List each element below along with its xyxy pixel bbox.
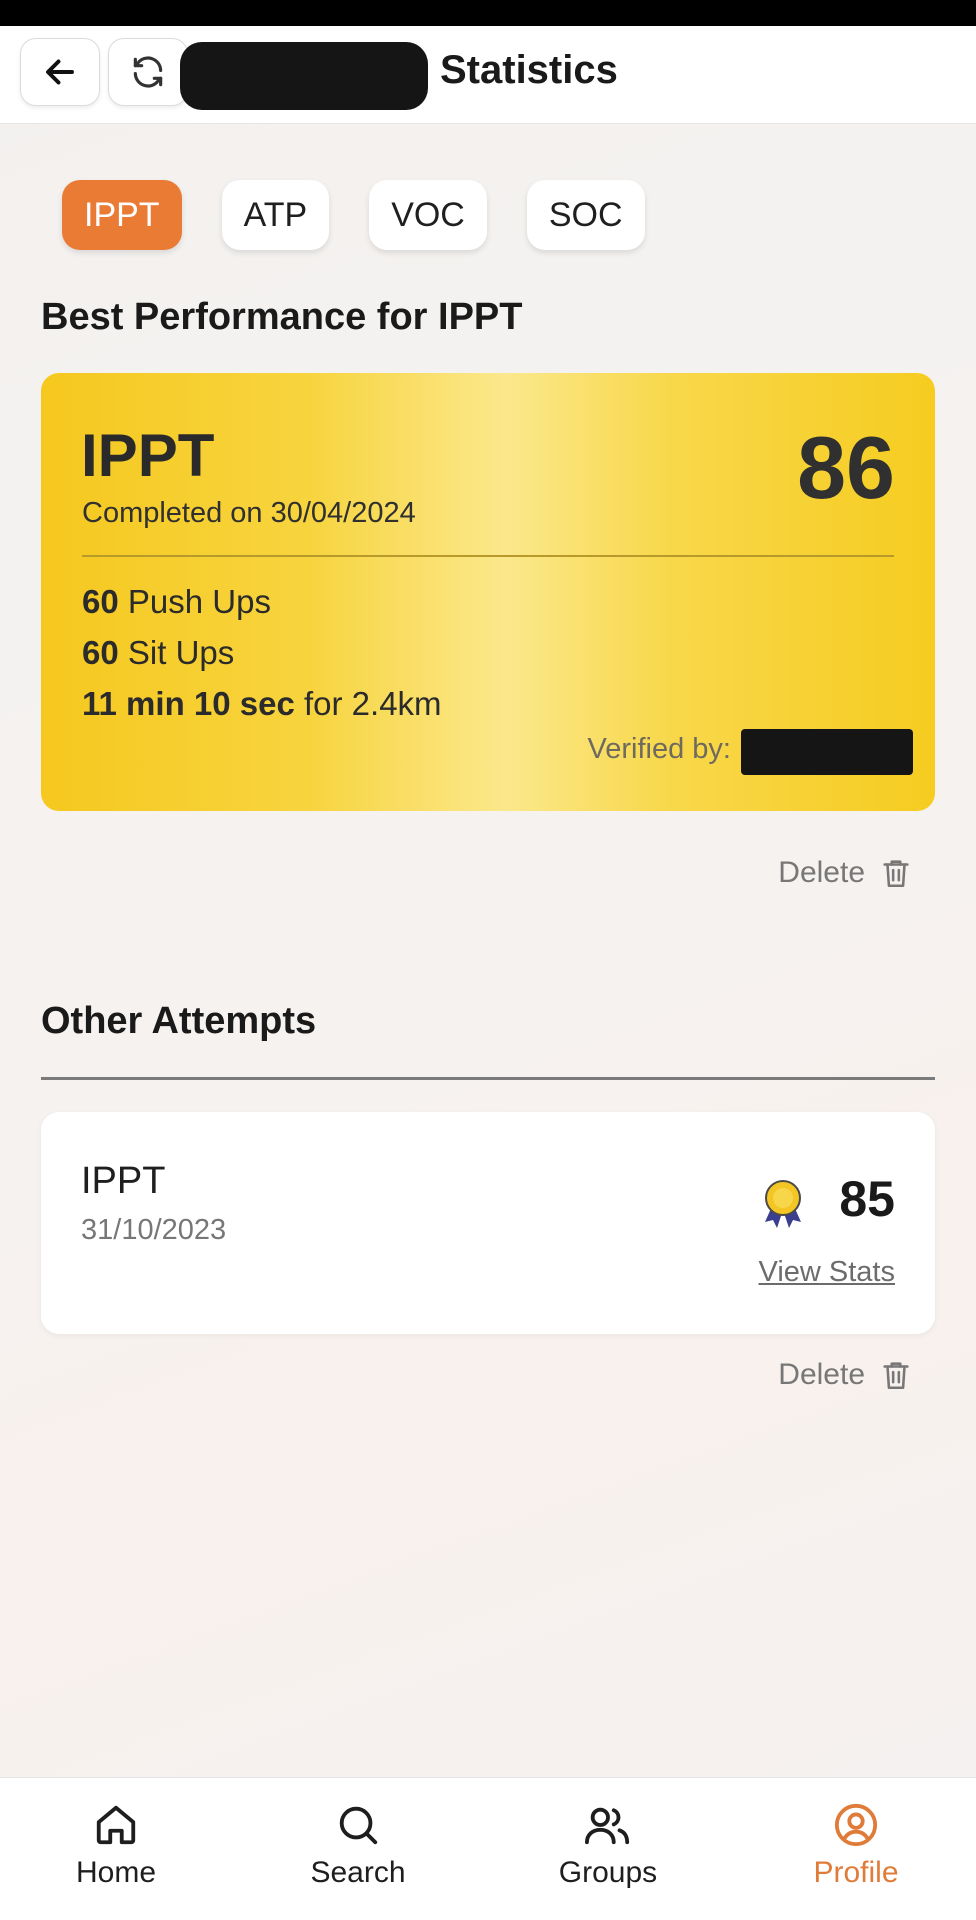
profile-icon xyxy=(834,1803,878,1847)
attempt-card: IPPT 31/10/2023 85 View Stats xyxy=(41,1112,935,1334)
verified-by-label: Verified by: xyxy=(587,733,731,765)
trash-icon xyxy=(883,860,909,888)
trash-icon xyxy=(883,1362,909,1390)
nav-profile[interactable]: Profile xyxy=(776,1802,936,1890)
nav-groups-label: Groups xyxy=(558,1856,658,1889)
tab-atp[interactable]: ATP xyxy=(221,180,330,250)
tab-voc[interactable]: VOC xyxy=(369,180,487,250)
nav-home[interactable]: Home xyxy=(36,1802,196,1890)
status-bar xyxy=(0,0,976,26)
app-header: Statistics xyxy=(0,26,976,124)
other-attempts-heading: Other Attempts xyxy=(41,1000,317,1042)
best-test-name: IPPT xyxy=(81,422,215,489)
delete-attempt-button[interactable]: Delete xyxy=(778,1358,913,1392)
card-divider xyxy=(82,555,894,557)
situps-line: 60 Sit Ups xyxy=(82,634,234,672)
best-performance-heading: Best Performance for IPPT xyxy=(41,296,523,338)
situps-value: 60 xyxy=(82,634,119,671)
pushups-line: 60 Push Ups xyxy=(82,583,271,621)
nav-home-label: Home xyxy=(75,1856,157,1889)
bottom-nav: Home Search Groups Profile xyxy=(0,1777,976,1920)
home-icon xyxy=(96,1805,136,1845)
pushups-label: Push Ups xyxy=(127,583,271,620)
back-button[interactable] xyxy=(20,38,100,106)
best-score: 86 xyxy=(797,418,895,517)
view-stats-link[interactable]: View Stats xyxy=(759,1256,895,1289)
run-line: 11 min 10 sec for 2.4km xyxy=(82,685,442,723)
nav-search[interactable]: Search xyxy=(278,1802,438,1890)
nav-profile-label: Profile xyxy=(813,1856,899,1889)
arrow-left-icon xyxy=(46,59,74,85)
redacted-name xyxy=(180,42,428,110)
tab-soc[interactable]: SOC xyxy=(526,180,645,250)
run-value: 11 min 10 sec xyxy=(82,685,295,722)
run-label: for 2.4km xyxy=(304,685,442,722)
pushups-value: 60 xyxy=(82,583,119,620)
tab-ippt[interactable]: IPPT xyxy=(62,180,182,250)
page-title: Statistics xyxy=(440,48,618,92)
attempt-date: 31/10/2023 xyxy=(81,1214,227,1246)
delete-label: Delete xyxy=(778,856,865,889)
section-divider xyxy=(41,1077,935,1080)
groups-icon xyxy=(585,1807,630,1845)
best-performance-card: IPPT Completed on 30/04/2024 86 60 Push … xyxy=(41,373,935,811)
nav-groups[interactable]: Groups xyxy=(528,1802,688,1890)
delete-best-button[interactable]: Delete xyxy=(778,856,913,890)
category-tabs: IPPT ATP VOC SOC xyxy=(62,180,685,250)
search-icon xyxy=(339,1806,378,1845)
situps-label: Sit Ups xyxy=(127,634,235,671)
redacted-verifier xyxy=(741,729,913,775)
refresh-icon xyxy=(133,56,163,88)
attempt-test-name: IPPT xyxy=(81,1160,166,1202)
nav-search-label: Search xyxy=(310,1856,406,1889)
refresh-button[interactable] xyxy=(108,38,188,106)
delete-label: Delete xyxy=(778,1358,865,1391)
best-completed-date: Completed on 30/04/2024 xyxy=(82,497,416,529)
attempt-score: 85 xyxy=(839,1171,895,1227)
medal-icon xyxy=(765,1180,801,1228)
